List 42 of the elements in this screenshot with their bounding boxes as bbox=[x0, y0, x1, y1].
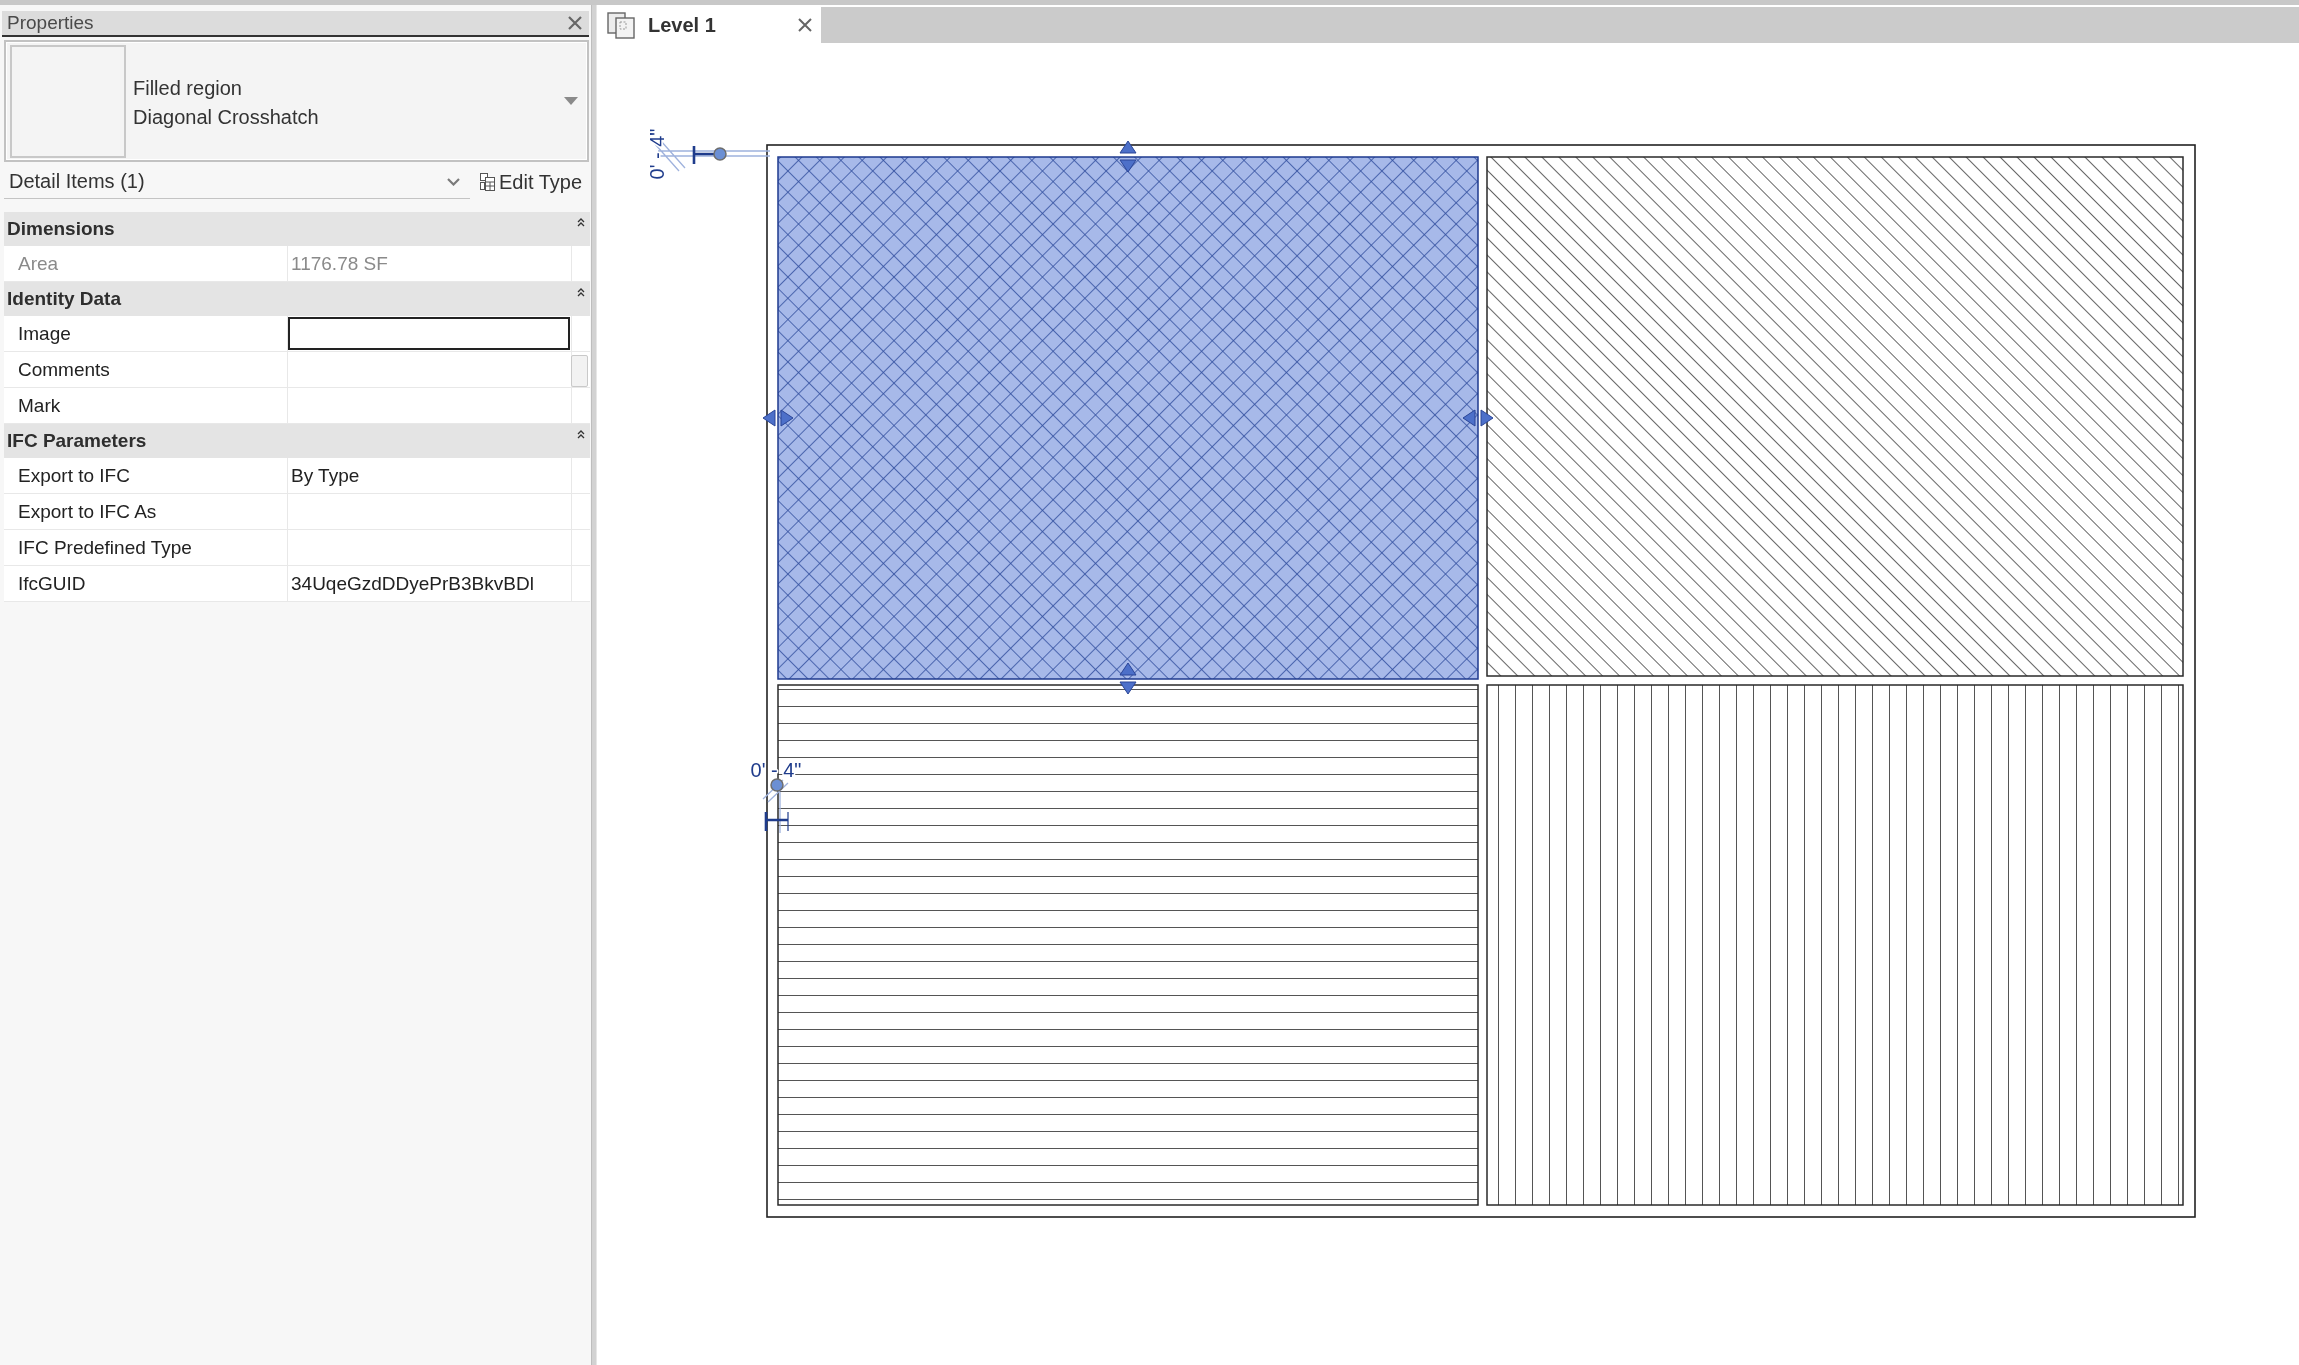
collapse-icon[interactable] bbox=[577, 430, 585, 439]
edit-type-button[interactable]: Edit Type bbox=[476, 167, 587, 197]
property-label: Export to IFC bbox=[17, 463, 131, 488]
value-field[interactable]: By Type bbox=[287, 458, 571, 493]
property-label: Area bbox=[17, 251, 60, 276]
vertical-hatch-region[interactable] bbox=[1486, 684, 2184, 1206]
resize-arrows-icon[interactable] bbox=[1462, 409, 1494, 427]
group-header[interactable]: Identity Data bbox=[4, 282, 590, 316]
diagonal-hatch-region[interactable] bbox=[1486, 156, 2184, 677]
circle-grip-icon[interactable] bbox=[713, 147, 727, 161]
property-label: Export to IFC As bbox=[17, 499, 158, 524]
caret-icon bbox=[447, 177, 460, 186]
circle-grip-icon[interactable] bbox=[770, 778, 784, 792]
property-label: IfcGUID bbox=[17, 571, 87, 596]
close-icon[interactable] bbox=[567, 15, 583, 31]
resize-arrows-icon[interactable] bbox=[1119, 140, 1137, 173]
resize-arrows-icon[interactable] bbox=[762, 409, 794, 427]
property-label: Image bbox=[17, 321, 72, 346]
group-header[interactable]: Dimensions bbox=[4, 212, 590, 246]
dropdown-arrow-icon bbox=[564, 97, 578, 105]
horizontal-hatch-region[interactable] bbox=[777, 684, 1479, 1206]
document-icon bbox=[607, 11, 635, 39]
value-field[interactable]: 34UqeGzdDDyePrB3BkvBDl bbox=[287, 566, 571, 601]
dimension-line bbox=[762, 779, 790, 834]
type-selector[interactable]: Filled region Diagonal Crosshatch bbox=[4, 40, 589, 162]
property-label: Comments bbox=[17, 357, 111, 382]
group-title: Dimensions bbox=[6, 217, 116, 240]
group-header[interactable]: IFC Parameters bbox=[4, 424, 590, 458]
property-label: IFC Predefined Type bbox=[17, 535, 193, 560]
collapse-icon[interactable] bbox=[577, 218, 585, 227]
scrollbar-thumb[interactable] bbox=[571, 355, 588, 387]
property-label: Mark bbox=[17, 393, 62, 418]
group-title: IFC Parameters bbox=[6, 429, 148, 452]
panel-title: Properties bbox=[7, 12, 95, 34]
filter-dropdown[interactable]: Detail Items (1) bbox=[4, 165, 470, 199]
collapse-icon[interactable] bbox=[577, 288, 585, 297]
dimension-text: 0' - 4" bbox=[646, 128, 668, 180]
table-icon bbox=[480, 173, 495, 191]
resize-arrows-icon[interactable] bbox=[1119, 662, 1137, 695]
group-title: Identity Data bbox=[6, 287, 123, 310]
close-icon[interactable] bbox=[797, 18, 813, 32]
input-field[interactable] bbox=[288, 317, 570, 350]
